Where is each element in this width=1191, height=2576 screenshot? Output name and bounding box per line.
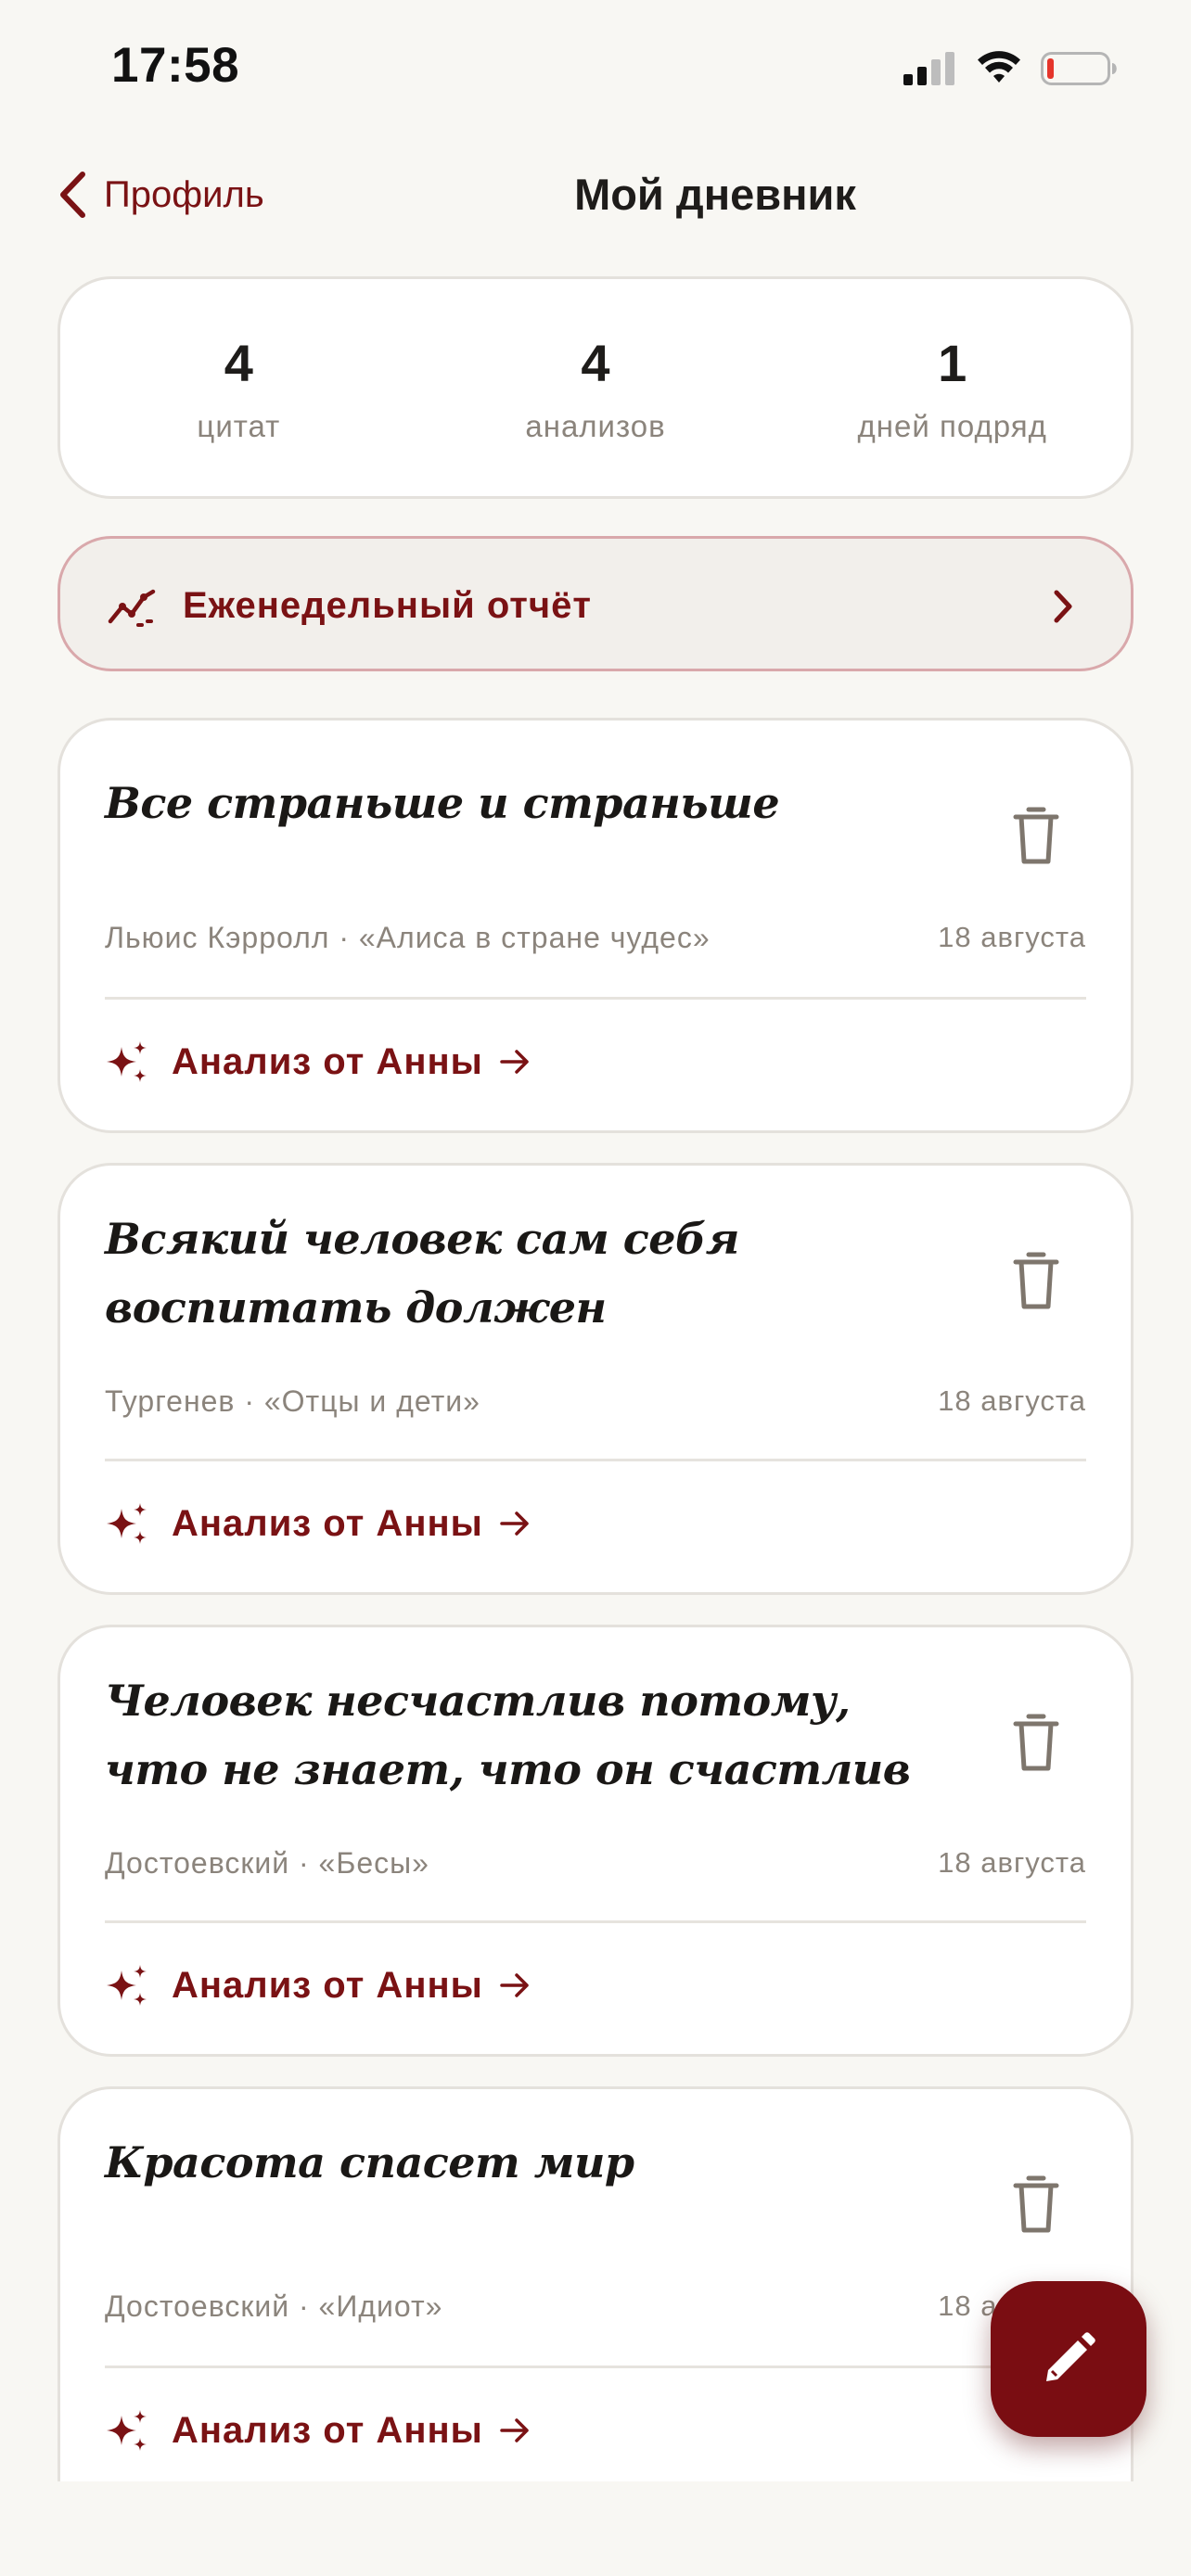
stat-analyses: 4 анализов [417,279,775,496]
analysis-label: Анализ от Анны [172,2409,483,2451]
status-icons [903,46,1117,91]
weekly-report-button[interactable]: Еженедельный отчёт [58,536,1133,671]
analysis-label: Анализ от Анны [172,1502,483,1544]
bottom-safe-area [0,2481,1191,2576]
quote-text: Все страньше и страньше [105,778,780,828]
status-bar: 17:58 [0,0,1191,139]
stat-value: 4 [581,334,610,392]
quote-card: Всякий человек сам себя воспитать должен… [58,1163,1133,1595]
sparkles-icon [107,2410,147,2451]
quote-card: Красота спасет мир Достоевский · «Идиот»… [58,2086,1133,2550]
trend-chart-icon [108,589,156,627]
signal-icon [903,52,954,85]
stat-value: 1 [938,334,967,392]
divider [105,997,1086,1000]
analysis-label: Анализ от Анны [172,1964,483,2006]
quote-source: Тургенев · «Отцы и дети» [105,1384,480,1418]
chevron-right-icon [1054,590,1072,623]
nav-bar: Профиль Мой дневник [0,153,1191,236]
divider [105,1459,1086,1461]
arrow-right-icon [500,1050,529,1074]
quote-source: Достоевский · «Бесы» [105,1846,429,1880]
stat-quotes: 4 цитат [60,279,417,496]
battery-icon [1041,52,1117,85]
quote-text: Красота спасет мир [105,2137,634,2187]
quote-text: Человек несчастлив потому, что не знает,… [105,1676,911,1794]
screen: 17:58 Профиль Мой дневник 4 цитат 4 анал… [0,0,1191,2576]
quote-date: 18 августа [938,921,1086,953]
stat-label: анализов [525,409,666,443]
sparkles-icon [107,1041,147,1082]
sparkles-icon [107,1965,147,2006]
quote-date: 18 августа [938,1846,1086,1879]
arrow-right-icon [500,1511,529,1536]
divider [105,1920,1086,1923]
sparkles-icon [107,1503,147,1544]
page-title: Мой дневник [574,170,856,219]
stat-label: дней подряд [857,409,1047,443]
analysis-link[interactable]: Анализ от Анны [105,1496,531,1551]
quote-card: Человек несчастлив потому, что не знает,… [58,1625,1133,2057]
weekly-report-label: Еженедельный отчёт [183,585,592,626]
status-time: 17:58 [111,38,240,93]
quote-date: 18 августа [938,1384,1086,1417]
quote-text: Всякий человек сам себя воспитать должен [105,1214,739,1333]
divider [105,2366,1086,2368]
quote-source: Достоевский · «Идиот» [105,2289,443,2323]
arrow-right-icon [500,2418,529,2442]
analysis-link[interactable]: Анализ от Анны [105,1034,531,1090]
stats-card: 4 цитат 4 анализов 1 дней подряд [58,276,1133,499]
analysis-label: Анализ от Анны [172,1040,483,1082]
arrow-right-icon [500,1973,529,1997]
analysis-link[interactable]: Анализ от Анны [105,1958,531,2013]
quote-card: Все страньше и страньше Льюис Кэрролл · … [58,718,1133,1133]
stat-streak: 1 дней подряд [774,279,1131,496]
wifi-icon [978,51,1020,83]
analysis-link[interactable]: Анализ от Анны [105,2403,531,2458]
pencil-icon [1046,2332,1095,2381]
trash-icon[interactable] [1008,2173,1064,2238]
stat-label: цитат [197,409,281,443]
new-quote-button[interactable] [991,2281,1146,2437]
trash-icon[interactable] [1008,804,1064,869]
quote-source: Льюис Кэрролл · «Алиса в стране чудес» [105,921,711,954]
stat-value: 4 [224,334,253,392]
trash-icon[interactable] [1008,1249,1064,1314]
trash-icon[interactable] [1008,1711,1064,1776]
